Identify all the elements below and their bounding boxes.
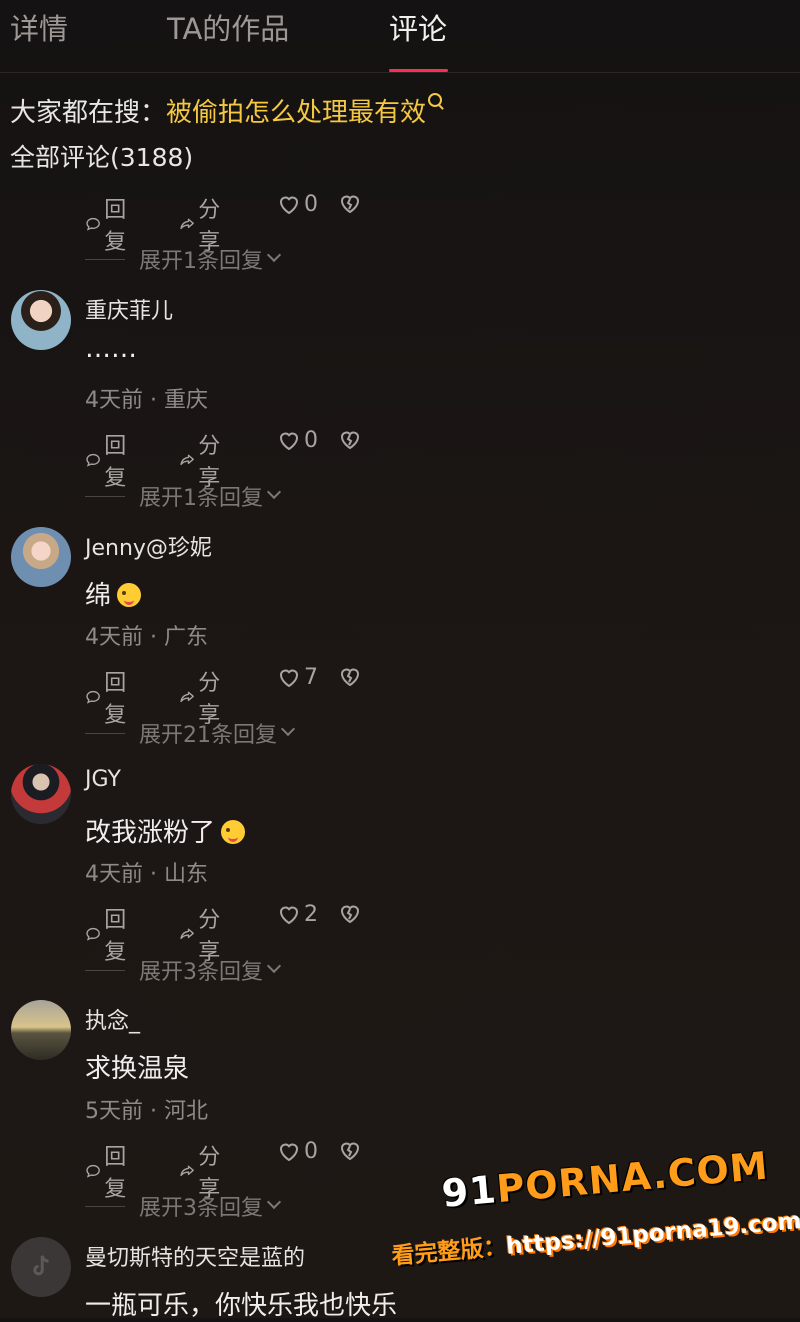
chevron-down-icon [266,247,282,263]
wink-tongue-emoji-icon [117,583,142,607]
hot-search-prefix: 大家都在搜： [10,98,167,128]
expand-replies[interactable]: 展开3条回复 [85,1190,282,1222]
expand-replies[interactable]: 展开1条回复 [85,243,282,275]
search-icon [428,93,443,107]
comment-author[interactable]: 曼切斯特的天空是蓝的 [85,1240,305,1272]
share-icon [180,691,194,703]
chevron-down-icon [266,958,282,974]
broken-heart-icon [340,905,360,924]
dizzy-face-emoji-icon [221,820,246,844]
like-button[interactable]: 2 [277,902,318,927]
avatar[interactable] [11,1000,71,1060]
hot-search-bar[interactable]: 大家都在搜：被偷拍怎么处理最有效 [10,92,443,129]
watermark-logo: 91PORNA.COM [440,1143,771,1216]
expand-replies[interactable]: 展开1条回复 [85,480,282,512]
reply-icon [86,927,100,941]
divider [85,732,125,734]
share-icon [180,454,194,466]
chevron-down-icon [266,484,282,500]
active-tab-indicator [389,69,448,72]
comment-author[interactable]: 重庆菲儿 [85,293,173,325]
dislike-button[interactable] [338,1139,365,1163]
divider [85,1205,125,1207]
comment-meta: 4天前 · 重庆 [85,388,208,413]
share-icon [180,1165,194,1177]
broken-heart-icon [340,431,360,450]
avatar[interactable] [11,764,71,824]
comment-meta: 5天前 · 河北 [85,1099,208,1124]
watermark: 91PORNA.COM 看完整版：https://91porna19.com [391,1143,800,1312]
expand-replies[interactable]: 展开3条回复 [85,954,282,986]
heart-icon [279,906,299,924]
comment-text: 一瓶可乐，你快乐我也快乐 [85,1291,398,1321]
like-button[interactable]: 0 [277,428,318,453]
dislike-button[interactable] [338,428,365,452]
chevron-down-icon [280,721,296,737]
chevron-down-icon [266,1194,282,1210]
comment-text: 求换温泉 [85,1054,190,1084]
divider [85,969,125,971]
reply-icon [86,217,100,231]
broken-heart-icon [340,195,360,214]
share-icon [180,928,194,940]
comment-text: …… [85,334,137,364]
tab-comments[interactable]: 评论 [389,6,447,48]
heart-icon [279,1143,299,1161]
dislike-button[interactable] [338,192,365,216]
heart-icon [279,196,299,214]
like-button[interactable]: 0 [277,1139,318,1164]
reply-icon [86,453,100,467]
tiktok-logo-icon [33,1255,49,1276]
tab-bar: 详情 TA的作品 评论 [0,0,800,73]
tab-details[interactable]: 详情 [10,6,68,48]
tab-works[interactable]: TA的作品 [167,6,289,48]
dislike-button[interactable] [338,902,365,926]
comment-meta: 4天前 · 广东 [85,625,208,650]
avatar[interactable] [11,527,71,587]
comment-author[interactable]: Jenny@珍妮 [85,530,212,562]
heart-icon [279,432,299,450]
share-icon [180,218,194,230]
comment-count: 全部评论(3188) [10,143,194,172]
like-button[interactable]: 0 [277,192,318,217]
reply-icon [86,1164,100,1178]
like-button[interactable]: 7 [277,665,318,690]
divider [85,495,125,497]
comment-meta: 4天前 · 山东 [85,862,208,887]
divider [85,258,125,260]
broken-heart-icon [340,668,360,687]
hot-search-keyword[interactable]: 被偷拍怎么处理最有效 [166,98,426,128]
expand-replies[interactable]: 展开21条回复 [85,717,296,749]
heart-icon [279,669,299,687]
comment-text: 改我涨粉了 [85,812,246,849]
comment-author[interactable]: JGY [85,767,121,792]
avatar[interactable] [11,290,71,350]
comment-author[interactable]: 执念_ [85,1003,140,1035]
dislike-button[interactable] [338,665,365,689]
broken-heart-icon [340,1142,360,1161]
reply-icon [86,690,100,704]
watermark-url: 看完整版：https://91porna19.com [390,1208,800,1270]
comment-text: 绵 [85,575,142,612]
avatar[interactable] [11,1237,71,1297]
